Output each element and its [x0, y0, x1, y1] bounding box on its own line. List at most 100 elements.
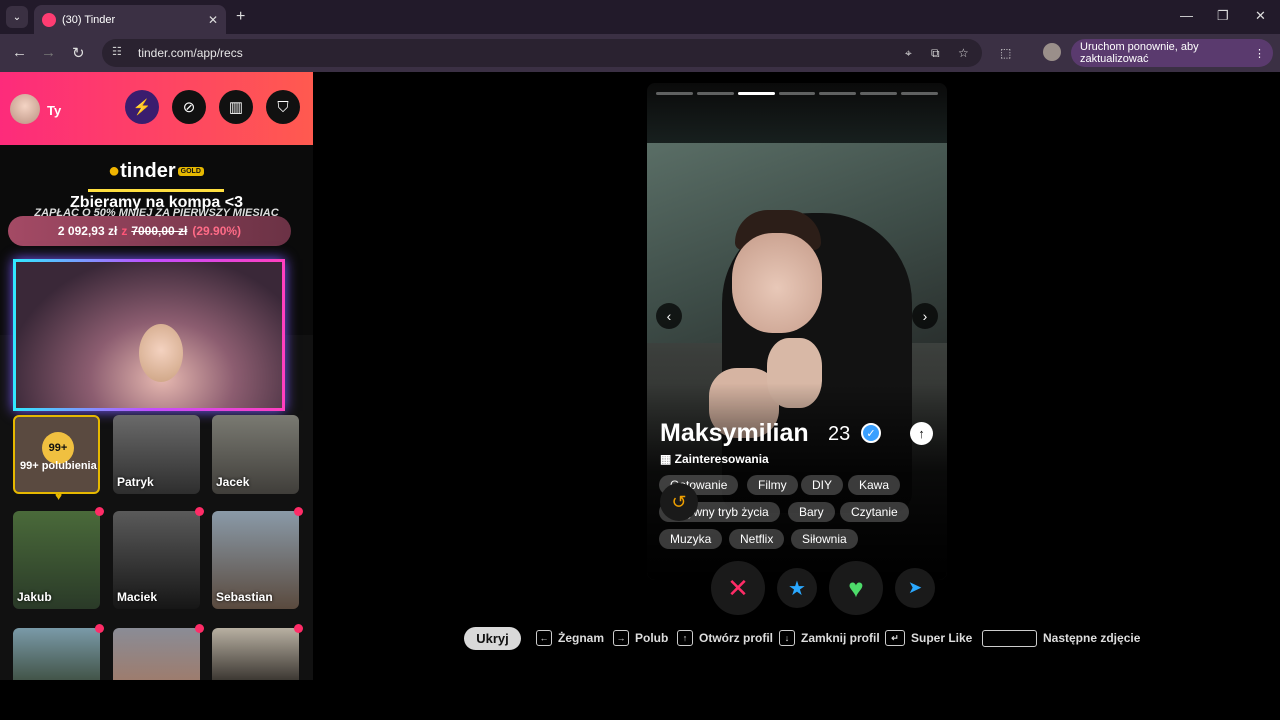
brand-text: tinder	[120, 160, 176, 182]
sidebar: Ty ⚡ ⊘ ▥ ⛉ ●tinder GOLD Zbieramy na kompa…	[0, 72, 313, 680]
hide-shortcuts-button[interactable]: Ukryj	[464, 627, 521, 650]
match-name: Patryk	[117, 475, 154, 489]
verified-icon: ✓	[861, 423, 881, 443]
sidebar-header: Ty ⚡ ⊘ ▥ ⛉	[0, 72, 313, 145]
address-bar-row: ← → ↻ ☷ tinder.com/app/recs ⌖ ⧉ ☆ ⬚ Uruc…	[0, 34, 1280, 72]
new-match-dot	[195, 624, 204, 633]
photo-progress-segment	[901, 92, 939, 95]
tinder-favicon-icon	[42, 12, 56, 27]
shortcut-label: Żegnam	[558, 631, 605, 645]
tab-close-icon[interactable]: ✕	[208, 13, 218, 27]
heart-icon: ♥	[848, 572, 864, 603]
match-card[interactable]	[212, 628, 299, 680]
update-label: Uruchom ponownie, aby zaktualizować	[1080, 41, 1199, 65]
back-icon[interactable]: ←	[12, 44, 27, 61]
more-menu-icon[interactable]: ⋮	[1254, 47, 1265, 60]
shortcut-like: → Polub	[613, 628, 668, 648]
browser-tab[interactable]: (30) Tinder ✕	[34, 5, 226, 34]
match-card[interactable]: Jacek	[212, 415, 299, 494]
url-text: tinder.com/app/recs	[138, 46, 243, 60]
photo-progress-segment	[656, 92, 693, 95]
next-photo-button[interactable]: ›	[912, 303, 938, 329]
goal-total: 7000,00 zł	[131, 224, 188, 238]
like-button[interactable]: ♥	[829, 561, 883, 615]
interest-chip: Siłownia	[791, 529, 858, 549]
boost-icon[interactable]: ⚡	[125, 90, 159, 124]
interest-chip: Filmy	[747, 475, 798, 495]
message-button[interactable]: ➤	[895, 568, 935, 608]
profile-name: Maksymilian	[660, 419, 809, 447]
minimize-button[interactable]: —	[1180, 8, 1193, 23]
photo-progress-segment	[819, 92, 857, 95]
photo-progress-segment	[696, 92, 734, 95]
briefcase-icon[interactable]: ▥	[219, 90, 253, 124]
likes-card[interactable]: 99+ 99+ polubienia ♥	[13, 415, 100, 503]
tab-search-button[interactable]: ⌄	[6, 6, 28, 28]
avatar[interactable]	[10, 94, 40, 124]
tinder-gold-logo: ●tinder GOLD	[108, 160, 204, 183]
enter-key-icon: ↵	[885, 630, 905, 646]
match-card[interactable]: Jakub	[13, 511, 100, 609]
close-window-button[interactable]: ✕	[1255, 8, 1266, 24]
divider	[88, 189, 224, 192]
new-match-dot	[294, 507, 303, 516]
shortcut-label: Otwórz profil	[699, 631, 773, 645]
shortcut-label: Super Like	[911, 631, 973, 645]
restore-button[interactable]: ❐	[1217, 8, 1229, 24]
arrow-right-icon: →	[613, 630, 629, 646]
arrow-down-icon: ↓	[779, 630, 795, 646]
url-field[interactable]: ☷ tinder.com/app/recs	[102, 39, 982, 67]
prev-photo-button[interactable]: ‹	[656, 303, 682, 329]
shortcut-label: Polub	[635, 631, 669, 645]
interest-chip: DIY	[801, 475, 844, 495]
match-name: Sebastian	[216, 590, 273, 604]
shortcut-nope: ← Żegnam	[536, 628, 604, 648]
match-card[interactable]	[113, 628, 200, 680]
match-card[interactable]: Maciek	[113, 511, 200, 609]
reload-icon[interactable]: ↻	[72, 44, 85, 62]
arrow-left-icon: ←	[536, 630, 552, 646]
rewind-icon: ↺	[671, 491, 687, 512]
interests-heading: ▦ Zainteresowania	[660, 452, 769, 466]
location-icon[interactable]: ⌖	[905, 46, 912, 61]
close-icon: ✕	[727, 572, 749, 603]
shortcut-next-photo: Następne zdjęcie	[982, 628, 1140, 648]
match-card[interactable]	[13, 628, 100, 680]
user-name[interactable]: Ty	[47, 103, 61, 118]
flame-icon: ●	[108, 160, 121, 182]
forward-icon[interactable]: →	[41, 44, 56, 61]
photo-face	[732, 233, 822, 333]
webcam-face	[139, 324, 183, 382]
new-tab-button[interactable]: +	[236, 8, 245, 26]
open-profile-button[interactable]: ↑	[910, 422, 933, 445]
arrow-up-icon: ↑	[677, 630, 693, 646]
interest-chip: Kawa	[848, 475, 901, 495]
new-match-dot	[95, 507, 104, 516]
shortcut-close-profile: ↓ Zamknij profil	[779, 628, 880, 648]
bookmark-star-icon[interactable]: ☆	[958, 46, 969, 60]
photo-progress	[656, 92, 939, 95]
interest-chip: Bary	[788, 502, 835, 522]
update-restart-button[interactable]: Uruchom ponownie, aby zaktualizować ⋮	[1071, 39, 1273, 67]
tab-title: (30) Tinder	[62, 13, 116, 26]
nope-button[interactable]: ✕	[711, 561, 765, 615]
install-app-icon[interactable]: ⧉	[931, 46, 940, 61]
rewind-button[interactable]: ↺	[660, 483, 698, 521]
match-card[interactable]: Patryk	[113, 415, 200, 494]
explore-icon[interactable]: ⊘	[172, 90, 206, 124]
donation-goal: 2 092,93 zł z 7000,00 zł (29.90%)	[8, 216, 291, 246]
site-settings-icon[interactable]: ☷	[112, 45, 128, 61]
match-card[interactable]: Sebastian	[212, 511, 299, 609]
shield-icon[interactable]: ⛉	[266, 90, 300, 124]
heart-icon: ♥	[55, 489, 63, 503]
shortcut-label: Następne zdjęcie	[1043, 631, 1141, 645]
superlike-button[interactable]: ★	[777, 568, 817, 608]
photo-progress-segment	[778, 92, 816, 95]
profile-avatar[interactable]	[1043, 43, 1061, 61]
goal-of: z	[121, 224, 128, 238]
shortcut-open-profile: ↑ Otwórz profil	[677, 628, 773, 648]
webcam-frame	[13, 259, 285, 411]
extensions-icon[interactable]: ⬚	[1000, 46, 1011, 60]
spacebar-icon	[982, 629, 1037, 647]
interest-chip: Netflix	[729, 529, 785, 549]
